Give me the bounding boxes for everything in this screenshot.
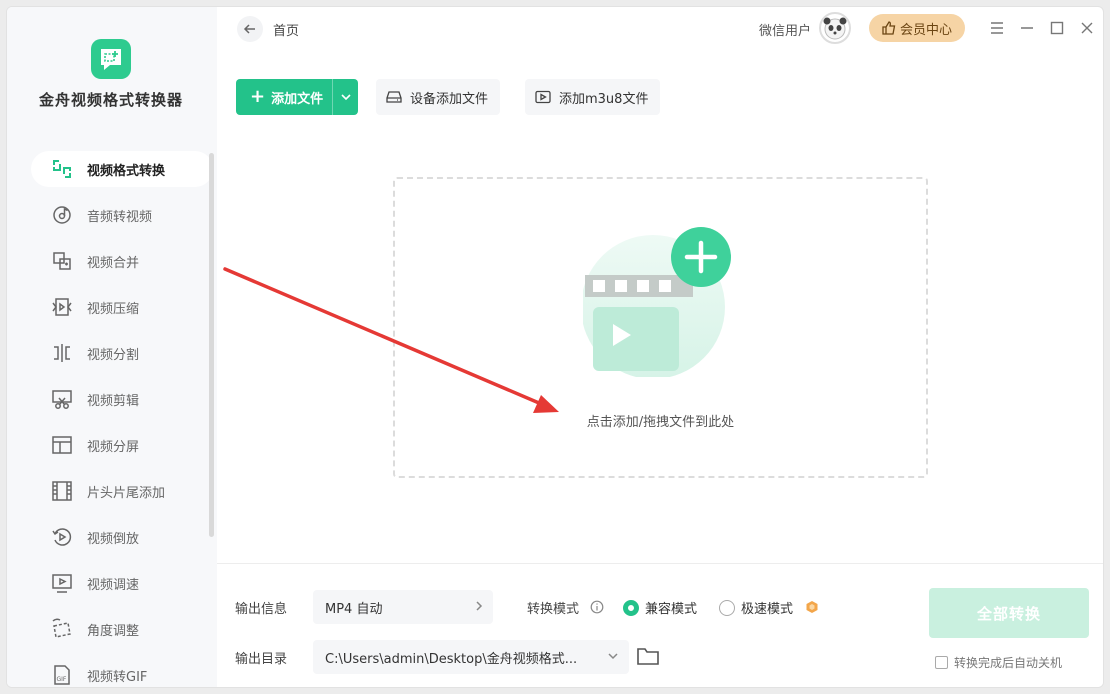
split-icon — [51, 342, 73, 364]
output-format-select[interactable]: MP4 自动 — [313, 590, 493, 624]
drop-zone-hint: 点击添加/拖拽文件到此处 — [586, 415, 735, 430]
mode-compat-label: 兼容模式 — [645, 602, 698, 617]
sidebar: 金舟视频格式转换器 视频格式转换 音频转视频 视频合并 视频压缩 视频分割 视频… — [7, 7, 217, 687]
sidebar-item-label: 角度调整 — [87, 623, 140, 639]
sidebar-item-label: 音频转视频 — [87, 209, 153, 225]
info-icon[interactable] — [590, 600, 604, 614]
sidebar-item-video-split-screen[interactable]: 视频分屏 — [31, 427, 213, 463]
rotate-icon — [51, 618, 73, 640]
bottom-panel: 输出信息 MP4 自动 转换模式 兼容模式 极速模式 输出目录 C:\Users… — [217, 563, 1103, 687]
add-m3u8-label: 添加m3u8文件 — [559, 91, 649, 107]
gif-icon: GIF — [51, 664, 73, 686]
layout-split-icon — [51, 434, 73, 456]
sidebar-item-video-to-gif[interactable]: GIF 视频转GIF — [31, 657, 213, 687]
sidebar-item-video-reverse[interactable]: 视频倒放 — [31, 519, 213, 555]
output-dir-value: C:\Users\admin\Desktop\金舟视频格式... — [325, 651, 578, 667]
vip-center-button[interactable]: 会员中心 — [869, 14, 965, 42]
hard-drive-icon — [386, 91, 402, 103]
device-add-file-button[interactable]: 设备添加文件 — [376, 79, 501, 115]
sidebar-item-label: 视频调速 — [87, 577, 140, 593]
minimize-icon — [1021, 27, 1033, 29]
close-button[interactable] — [1076, 17, 1098, 39]
mode-fast-radio[interactable]: 极速模式 — [719, 598, 793, 617]
radio-unchecked-icon — [719, 599, 735, 616]
user-name[interactable]: 微信用户 — [759, 20, 811, 39]
auto-shutdown-checkbox[interactable]: 转换完成后自动关机 — [935, 654, 1062, 671]
sidebar-item-intro-outro-add[interactable]: 片头片尾添加 — [31, 473, 213, 509]
hamburger-menu-icon — [991, 22, 1003, 34]
vip-center-label: 会员中心 — [899, 22, 952, 38]
convert-all-button[interactable]: 全部转换 — [929, 588, 1089, 638]
sidebar-item-video-edit[interactable]: 视频剪辑 — [31, 381, 213, 417]
sidebar-item-label: 视频分屏 — [87, 439, 140, 455]
maximize-icon — [1050, 21, 1064, 35]
add-file-label: 添加文件 — [271, 91, 324, 107]
sidebar-item-label: 视频倒放 — [87, 531, 140, 547]
app-logo-icon — [91, 39, 131, 79]
output-format-value: MP4 自动 — [325, 601, 383, 617]
sidebar-item-audio-to-video[interactable]: 音频转视频 — [31, 197, 213, 233]
output-info-label: 输出信息 — [235, 602, 288, 617]
compress-icon — [51, 296, 73, 318]
sidebar-item-label: 视频分割 — [87, 347, 140, 363]
folder-icon[interactable] — [637, 647, 659, 666]
music-disc-icon — [51, 204, 73, 226]
sidebar-item-video-split[interactable]: 视频分割 — [31, 335, 213, 371]
merge-icon — [51, 250, 73, 272]
checkbox-unchecked-icon — [935, 656, 948, 669]
sidebar-item-label: 视频剪辑 — [87, 393, 140, 409]
chevron-right-icon — [476, 601, 483, 611]
back-button[interactable] — [237, 16, 263, 42]
vip-badge-icon — [806, 601, 818, 613]
close-icon — [1081, 22, 1093, 34]
menu-button[interactable] — [986, 17, 1008, 39]
device-add-file-label: 设备添加文件 — [410, 91, 489, 107]
chevron-down-icon — [608, 653, 618, 660]
thumbs-up-icon — [882, 21, 896, 35]
avatar[interactable] — [819, 12, 851, 44]
sidebar-scrollbar[interactable] — [209, 153, 214, 537]
app-window: 金舟视频格式转换器 视频格式转换 音频转视频 视频合并 视频压缩 视频分割 视频… — [6, 6, 1104, 688]
sidebar-item-label: 视频压缩 — [87, 301, 140, 317]
file-drop-zone[interactable]: 点击添加/拖拽文件到此处 — [393, 177, 928, 478]
sidebar-item-label: 片头片尾添加 — [87, 485, 166, 501]
app-name: 金舟视频格式转换器 — [38, 91, 183, 109]
speed-icon — [51, 572, 73, 594]
add-file-button[interactable]: + 添加文件 — [236, 79, 358, 115]
breadcrumb[interactable]: 首页 — [273, 20, 299, 39]
sidebar-item-video-speed[interactable]: 视频调速 — [31, 565, 213, 601]
scissors-icon — [51, 388, 73, 410]
output-dir-label: 输出目录 — [235, 652, 288, 667]
add-video-illustration-icon — [583, 227, 731, 377]
radio-checked-icon — [623, 599, 639, 616]
rewind-icon — [51, 526, 73, 548]
mode-compat-radio[interactable]: 兼容模式 — [623, 598, 697, 617]
output-dir-select[interactable]: C:\Users\admin\Desktop\金舟视频格式... — [313, 640, 629, 674]
film-strip-icon — [51, 480, 73, 502]
minimize-button[interactable] — [1016, 17, 1038, 39]
convert-mode-label: 转换模式 — [527, 602, 580, 617]
plus-icon: + — [250, 86, 266, 107]
sidebar-item-label: 视频合并 — [87, 255, 140, 271]
mode-fast-label: 极速模式 — [741, 602, 794, 617]
sidebar-item-video-format-convert[interactable]: 视频格式转换 — [31, 151, 213, 187]
sidebar-item-video-compress[interactable]: 视频压缩 — [31, 289, 213, 325]
swap-format-icon — [51, 158, 73, 180]
auto-shutdown-label: 转换完成后自动关机 — [954, 656, 1063, 670]
sidebar-item-label: 视频格式转换 — [87, 163, 166, 179]
add-m3u8-button[interactable]: 添加m3u8文件 — [525, 79, 661, 115]
add-file-dropdown-button[interactable] — [332, 79, 358, 115]
video-play-icon — [535, 90, 551, 104]
sidebar-item-video-merge[interactable]: 视频合并 — [31, 243, 213, 279]
top-bar: 首页 微信用户 会员中心 — [217, 7, 1103, 55]
sidebar-item-label: 视频转GIF — [87, 669, 148, 685]
sidebar-nav: 视频格式转换 音频转视频 视频合并 视频压缩 视频分割 视频剪辑 视频分屏 片头… — [31, 151, 213, 687]
maximize-button[interactable] — [1046, 17, 1068, 39]
chevron-down-icon — [340, 94, 351, 101]
sidebar-item-angle-adjust[interactable]: 角度调整 — [31, 611, 213, 647]
panda-avatar-icon — [823, 17, 847, 40]
svg-text:GIF: GIF — [57, 676, 67, 683]
arrow-left-icon — [243, 24, 255, 34]
